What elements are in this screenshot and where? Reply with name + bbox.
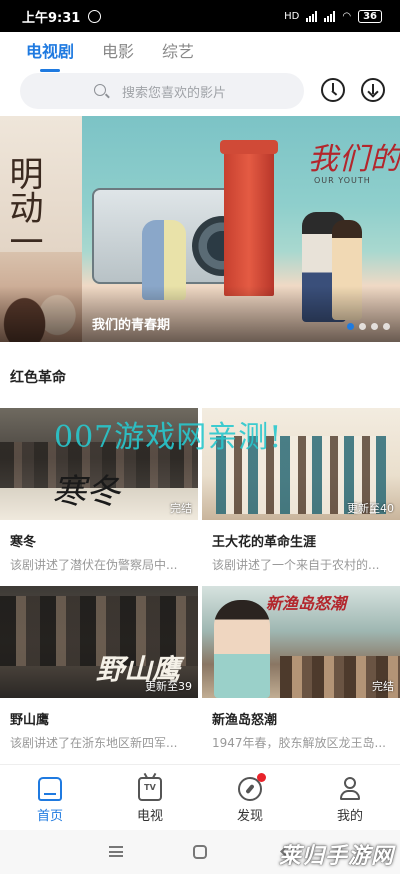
status-badge: 更新至39 xyxy=(145,680,192,693)
notification-dot xyxy=(257,773,266,782)
nav-label: 首页 xyxy=(36,809,63,824)
show-card-xinyudao[interactable]: 新渔岛怒潮 完结 新渔岛怒潮 1947年春，胶东解放区龙王岛... xyxy=(202,586,400,751)
banner-pagination xyxy=(347,323,390,330)
hero-banner[interactable]: 明动一夏 我们的青 OUR YOUTH 我们的青春期 xyxy=(0,116,400,342)
alarm-icon xyxy=(88,9,102,23)
banner-caption: 我们的青春期 xyxy=(92,318,171,333)
poster-title-art: 寒冬 xyxy=(52,472,120,512)
tab-tv-series[interactable]: 电视剧 xyxy=(26,38,74,66)
status-time: 上午9:31 xyxy=(22,10,81,26)
tv-icon: TV xyxy=(138,777,162,801)
status-badge: 更新至40 xyxy=(347,502,394,515)
user-icon xyxy=(338,777,362,801)
show-description: 1947年春，胶东解放区龙王岛... xyxy=(212,736,386,750)
nav-item-profile[interactable]: 我的 xyxy=(300,765,400,830)
site-watermark: 007游戏网亲测! xyxy=(54,420,283,455)
category-tabs: 电视剧 电影 综艺 xyxy=(0,32,400,72)
banner-subtitle-art: OUR YOUTH xyxy=(314,176,371,185)
pagination-dot[interactable] xyxy=(383,323,390,330)
nav-label: 发现 xyxy=(236,809,263,824)
compass-icon xyxy=(238,773,266,801)
network-label: HD xyxy=(284,10,300,22)
system-home-icon[interactable] xyxy=(193,845,207,859)
nav-item-tv[interactable]: TV 电视 xyxy=(100,765,200,830)
banner-shade xyxy=(0,286,400,342)
status-bar: 上午9:31 HD ◠ 36 xyxy=(0,0,400,32)
system-nav-bar: 莱归手游网 xyxy=(0,830,400,874)
search-icon xyxy=(94,84,106,96)
app-screen: 上午9:31 HD ◠ 36 电视剧 电影 综艺 搜索您喜欢的影片 明动一夏 我… xyxy=(0,0,400,874)
history-button[interactable] xyxy=(321,78,345,102)
show-card-yeshanying[interactable]: 野山鹰 更新至39 野山鹰 该剧讲述了在浙东地区新四军... xyxy=(0,586,198,751)
status-badge: 完结 xyxy=(170,502,192,515)
pagination-dot[interactable] xyxy=(359,323,366,330)
show-poster: 野山鹰 更新至39 xyxy=(0,586,198,698)
download-button[interactable] xyxy=(361,78,385,102)
show-title: 新渔岛怒潮 xyxy=(212,713,278,728)
show-description: 该剧讲述了潜伏在伪警察局中... xyxy=(10,558,178,572)
search-input[interactable]: 搜索您喜欢的影片 xyxy=(20,73,304,109)
section-title: 红色革命 xyxy=(10,370,66,386)
nav-label: 电视 xyxy=(136,809,163,824)
show-title: 王大花的革命生涯 xyxy=(212,535,317,550)
nav-item-home[interactable]: 首页 xyxy=(0,765,100,830)
tab-variety[interactable]: 综艺 xyxy=(162,38,194,66)
signal-icon xyxy=(306,10,318,22)
wifi-icon: ◠ xyxy=(342,10,352,22)
bottom-nav: 首页 TV 电视 发现 我的 xyxy=(0,764,400,830)
tab-movies[interactable]: 电影 xyxy=(102,38,134,66)
home-icon xyxy=(38,777,62,801)
nav-label: 我的 xyxy=(336,809,363,824)
show-description: 该剧讲述了在浙东地区新四军... xyxy=(10,736,178,750)
corner-watermark: 莱归手游网 xyxy=(278,844,394,869)
poster-title-art: 新渔岛怒潮 xyxy=(266,594,347,613)
show-poster: 新渔岛怒潮 完结 xyxy=(202,586,400,698)
menu-icon[interactable] xyxy=(109,846,123,857)
status-badge: 完结 xyxy=(372,680,394,693)
pagination-dot[interactable] xyxy=(347,323,354,330)
banner-title-art: 我们的青 xyxy=(308,142,400,177)
pagination-dot[interactable] xyxy=(371,323,378,330)
battery-icon: 36 xyxy=(358,9,382,23)
show-title: 野山鹰 xyxy=(10,713,50,728)
signal-icon-2 xyxy=(324,10,336,22)
nav-item-discover[interactable]: 发现 xyxy=(200,765,300,830)
show-description: 该剧讲述了一个来自于农村的... xyxy=(212,558,380,572)
search-placeholder: 搜索您喜欢的影片 xyxy=(122,85,227,101)
show-title: 寒冬 xyxy=(10,535,37,550)
banner-postbox xyxy=(220,140,278,296)
